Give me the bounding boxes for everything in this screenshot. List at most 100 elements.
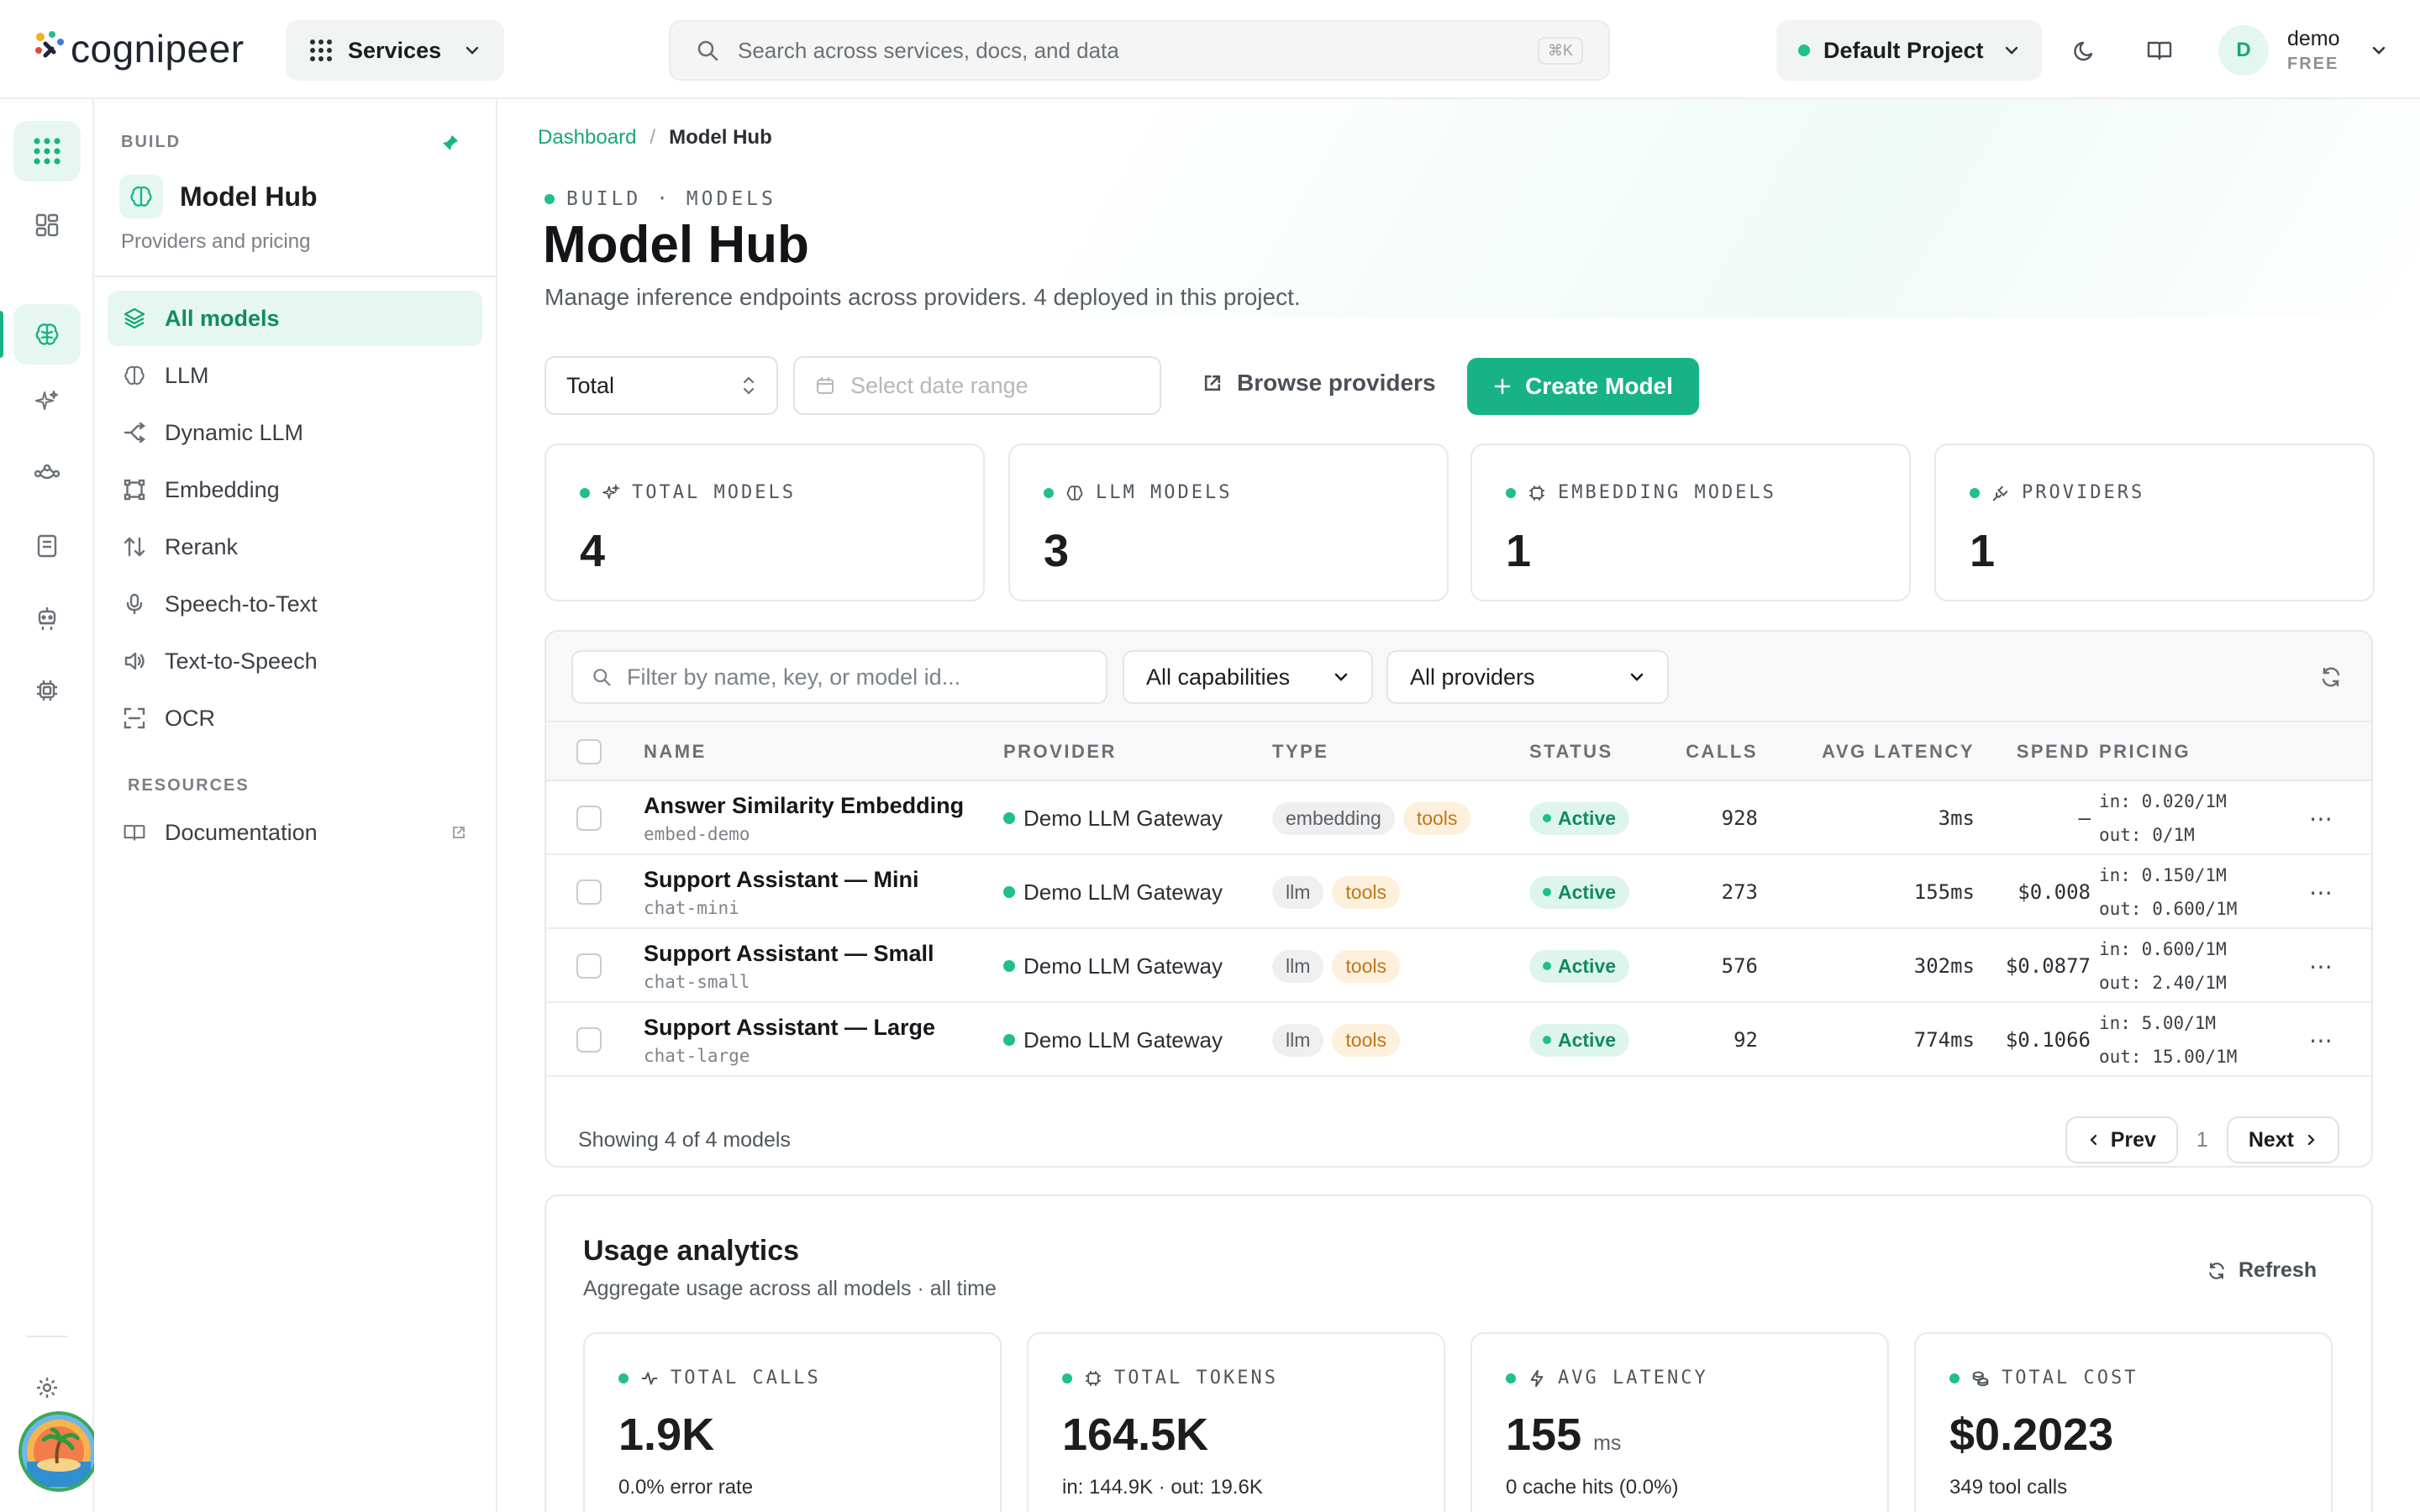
- sidebar-item-text-to-speech[interactable]: Text-to-Speech: [108, 633, 482, 689]
- stat-dot: [618, 1373, 629, 1383]
- sidebar-item-label: OCR: [165, 705, 215, 731]
- sidebar-item-llm[interactable]: LLM: [108, 348, 482, 403]
- col-type[interactable]: TYPE: [1272, 722, 1328, 781]
- model-name[interactable]: Support Assistant — Mini: [644, 867, 919, 893]
- type-tag: llm: [1272, 1023, 1324, 1057]
- rail-settings-button[interactable]: [13, 1357, 81, 1418]
- providers-select[interactable]: All providers: [1386, 650, 1669, 704]
- latency-value: 302ms: [1913, 954, 1975, 978]
- refresh-icon[interactable]: [2319, 665, 2343, 689]
- docs-button[interactable]: [2134, 25, 2185, 76]
- book-icon: [124, 825, 145, 841]
- sidebar-item-embedding[interactable]: Embedding: [108, 462, 482, 517]
- row-actions-button[interactable]: ⋯: [2309, 929, 2334, 1003]
- col-pricing[interactable]: PRICING: [2099, 722, 2191, 781]
- theme-toggle-button[interactable]: [2060, 25, 2111, 76]
- col-avg-latency[interactable]: AVG LATENCY: [1781, 722, 1975, 781]
- filter-bar: Filter by name, key, or model id... All …: [546, 632, 2371, 722]
- capabilities-select[interactable]: All capabilities: [1123, 650, 1373, 704]
- chip-icon: [1086, 1370, 1101, 1386]
- model-filter-input[interactable]: Filter by name, key, or model id...: [571, 650, 1107, 704]
- model-name[interactable]: Answer Similarity Embedding: [644, 793, 964, 819]
- rail-models-button[interactable]: [13, 304, 81, 365]
- capabilities-select-value: All capabilities: [1146, 664, 1291, 690]
- provider-name: Demo LLM Gateway: [1023, 805, 1223, 831]
- row-actions-button[interactable]: ⋯: [2309, 1003, 2334, 1077]
- stat-value: 3: [1044, 526, 1070, 576]
- book-open-icon: [2147, 41, 2172, 60]
- project-switcher[interactable]: Default Project: [1776, 20, 2042, 81]
- latency-value: 774ms: [1913, 1028, 1975, 1052]
- create-model-button[interactable]: Create Model: [1467, 358, 1699, 415]
- col-spend[interactable]: SPEND: [1990, 722, 2091, 781]
- user-menu[interactable]: D demo FREE: [2218, 25, 2387, 76]
- rail-ai-button[interactable]: [13, 371, 81, 432]
- capability-tag: tools: [1332, 875, 1400, 909]
- col-calls[interactable]: CALLS: [1672, 722, 1758, 781]
- row-checkbox[interactable]: [576, 879, 602, 905]
- table-row[interactable]: Support Assistant — Large chat-large Dem…: [546, 1003, 2371, 1077]
- rail-docs-button[interactable]: [13, 516, 81, 576]
- table-footer: Showing 4 of 4 models Prev 1 Next: [546, 1110, 2371, 1166]
- sidebar-item-rerank[interactable]: Rerank: [108, 519, 482, 575]
- usage-card-total-tokens: TOTAL TOKENS 164.5K in: 144.9K · out: 19…: [1027, 1332, 1445, 1512]
- stat-dot: [1062, 1373, 1072, 1383]
- next-page-button[interactable]: Next: [2226, 1116, 2339, 1163]
- breadcrumb-dashboard-link[interactable]: Dashboard: [538, 126, 636, 150]
- model-name[interactable]: Support Assistant — Small: [644, 941, 934, 967]
- sidebar-item-ocr[interactable]: OCR: [108, 690, 482, 746]
- usage-subtitle: Aggregate usage across all models · all …: [583, 1277, 997, 1300]
- sidebar-item-speech-to-text[interactable]: Speech-to-Text: [108, 576, 482, 632]
- vector-icon: [124, 479, 145, 501]
- rail-dashboard-button[interactable]: [13, 195, 81, 255]
- stat-dot: [1949, 1373, 1960, 1383]
- table-row[interactable]: Support Assistant — Mini chat-mini Demo …: [546, 855, 2371, 929]
- stat-dot: [580, 487, 590, 498]
- workspace-avatar[interactable]: [18, 1411, 99, 1492]
- rail-agents-button[interactable]: [13, 588, 81, 648]
- col-name[interactable]: NAME: [644, 722, 707, 781]
- model-name[interactable]: Support Assistant — Large: [644, 1015, 935, 1041]
- row-actions-button[interactable]: ⋯: [2309, 855, 2334, 929]
- search-shortcut: ⌘K: [1537, 36, 1583, 65]
- date-range-input[interactable]: Select date range: [793, 356, 1161, 415]
- range-select[interactable]: Total: [544, 356, 778, 415]
- page-eyebrow: BUILD · MODELS: [544, 188, 776, 210]
- pin-icon[interactable]: [440, 133, 460, 153]
- model-key: chat-small: [644, 971, 750, 992]
- usage-card-total-cost: TOTAL COST $0.2023 349 tool calls: [1914, 1332, 2333, 1512]
- sidebar-item-label: Dynamic LLM: [165, 419, 304, 445]
- chevron-right-icon: [2307, 1134, 2315, 1146]
- brand-logo[interactable]: cognipeer: [34, 24, 245, 74]
- bolt-icon: [1530, 1369, 1544, 1387]
- services-button[interactable]: Services: [286, 20, 504, 81]
- rail-compute-button[interactable]: [13, 660, 81, 721]
- workflow-icon: [34, 464, 60, 480]
- date-range-placeholder: Select date range: [850, 372, 1028, 398]
- sidebar-item-documentation[interactable]: Documentation: [108, 805, 482, 860]
- col-provider[interactable]: PROVIDER: [1003, 722, 1117, 781]
- global-search-input[interactable]: Search across services, docs, and data ⌘…: [669, 20, 1610, 81]
- table-row[interactable]: Support Assistant — Small chat-small Dem…: [546, 929, 2371, 1003]
- row-actions-button[interactable]: ⋯: [2309, 781, 2334, 855]
- sidebar-item-dynamic-llm[interactable]: Dynamic LLM: [108, 405, 482, 460]
- select-all-checkbox[interactable]: [576, 739, 602, 764]
- table-row[interactable]: Answer Similarity Embedding embed-demo D…: [546, 781, 2371, 855]
- sidebar-item-all-models[interactable]: All models: [108, 291, 482, 346]
- status-label: Active: [1558, 954, 1617, 977]
- search-icon: [593, 669, 611, 686]
- refresh-icon: [2209, 1262, 2224, 1279]
- rail-flows-button[interactable]: [13, 444, 81, 504]
- document-icon: [37, 534, 57, 558]
- row-checkbox[interactable]: [576, 806, 602, 831]
- usage-refresh-button[interactable]: Refresh: [2207, 1258, 2317, 1283]
- browse-providers-button[interactable]: Browse providers: [1202, 370, 1436, 396]
- row-checkbox[interactable]: [576, 1027, 602, 1053]
- col-status[interactable]: STATUS: [1529, 722, 1613, 781]
- prev-page-button[interactable]: Prev: [2065, 1116, 2178, 1163]
- table-header: NAME PROVIDER TYPE STATUS CALLS AVG LATE…: [546, 722, 2371, 781]
- stat-label: PROVIDERS: [2022, 482, 2145, 503]
- rail-apps-button[interactable]: [13, 121, 81, 181]
- breadcrumb: Dashboard / Model Hub: [538, 126, 772, 150]
- row-checkbox[interactable]: [576, 953, 602, 979]
